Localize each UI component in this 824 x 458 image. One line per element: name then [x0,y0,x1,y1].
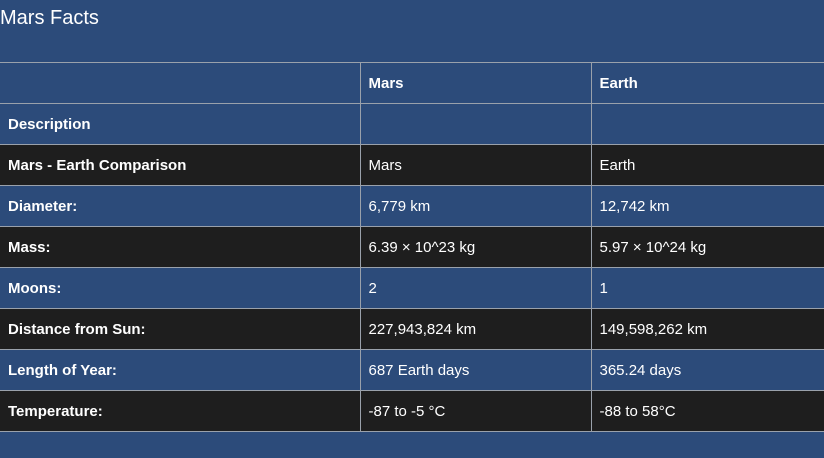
mars-value: Mars [359,144,592,186]
table-row: Distance from Sun: 227,943,824 km 149,59… [0,308,824,350]
earth-value: 1 [590,267,824,309]
mars-facts-table: Mars Earth Description Mars - Earth Comp… [0,62,824,432]
column-header-earth: Earth [590,62,824,104]
description-row: Description [0,103,824,145]
table-row: Temperature: -87 to -5 °C -88 to 58°C [0,390,824,432]
table-row: Diameter: 6,779 km 12,742 km [0,185,824,227]
earth-value: 12,742 km [590,185,824,227]
table-row: Length of Year: 687 Earth days 365.24 da… [0,349,824,391]
description-mars-cell [359,103,592,145]
description-label: Description [0,103,361,145]
earth-value: Earth [590,144,824,186]
mars-value: 227,943,824 km [359,308,592,350]
column-header-mars: Mars [359,62,592,104]
mars-value: 2 [359,267,592,309]
row-label: Mars - Earth Comparison [0,144,361,186]
table-row: Mass: 6.39 × 10^23 kg 5.97 × 10^24 kg [0,226,824,268]
earth-value: 5.97 × 10^24 kg [590,226,824,268]
table-row: Mars - Earth Comparison Mars Earth [0,144,824,186]
mars-value: 6,779 km [359,185,592,227]
row-label: Moons: [0,267,361,309]
description-earth-cell [590,103,824,145]
table-header-row: Mars Earth [0,62,824,104]
row-label: Length of Year: [0,349,361,391]
row-label: Diameter: [0,185,361,227]
mars-value: 687 Earth days [359,349,592,391]
mars-value: -87 to -5 °C [359,390,592,432]
row-label: Distance from Sun: [0,308,361,350]
earth-value: 365.24 days [590,349,824,391]
row-label: Mass: [0,226,361,268]
table-row: Moons: 2 1 [0,267,824,309]
column-header-blank [0,62,361,104]
footer-band [0,432,824,458]
earth-value: 149,598,262 km [590,308,824,350]
row-label: Temperature: [0,390,361,432]
mars-value: 6.39 × 10^23 kg [359,226,592,268]
earth-value: -88 to 58°C [590,390,824,432]
page-title: Mars Facts [0,7,99,29]
